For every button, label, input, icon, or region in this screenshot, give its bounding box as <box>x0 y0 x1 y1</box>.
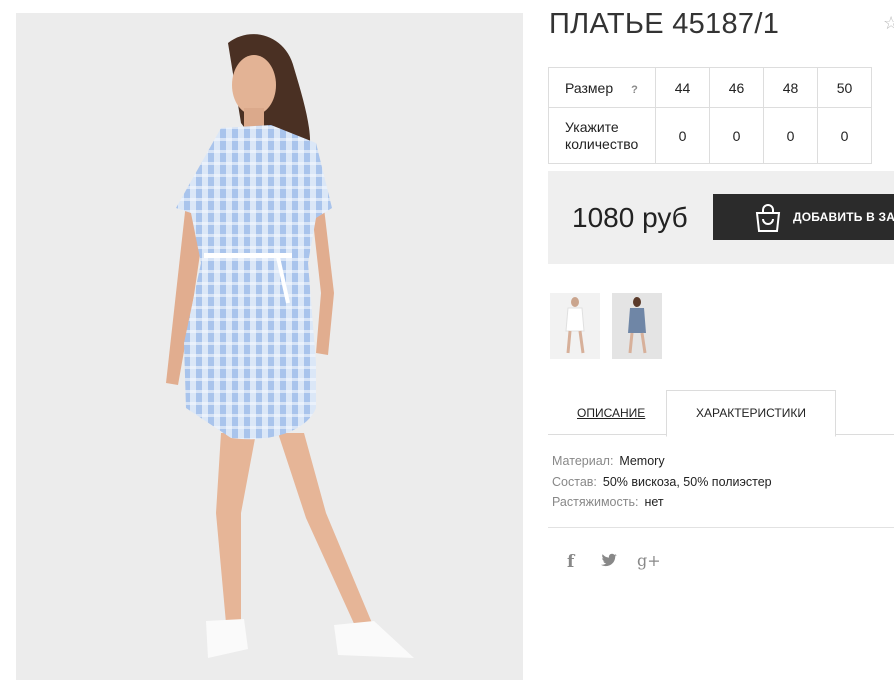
facebook-icon[interactable]: f <box>567 552 574 572</box>
spec-composition: Состав: 50% вискоза, 50% полиэстер <box>552 475 772 496</box>
spec-label: Материал: <box>552 454 614 468</box>
characteristics-list: Материал: Memory Состав: 50% вискоза, 50% … <box>552 454 772 516</box>
section-divider <box>548 527 894 528</box>
tab-description[interactable]: ОПИСАНИЕ <box>577 406 645 420</box>
shopping-bag-icon <box>755 204 781 232</box>
quantity-input-46[interactable]: 0 <box>709 107 764 164</box>
size-row: Размер? 44 46 48 50 <box>548 67 872 108</box>
size-cell-50: 50 <box>817 67 872 108</box>
white-dress-thumbnail[interactable] <box>550 293 600 359</box>
product-main-image[interactable] <box>16 13 523 680</box>
quantity-input-50[interactable]: 0 <box>817 107 872 164</box>
product-title: ПЛАТЬЕ 45187/1 <box>549 8 780 40</box>
quantity-header-cell: Укажите количество <box>548 107 656 164</box>
star-outline-icon[interactable]: ☆ <box>883 14 894 32</box>
size-table: Размер? 44 46 48 50 Укажите количество 0 … <box>548 67 872 164</box>
spec-stretch: Растяжимость: нет <box>552 495 772 516</box>
price-box: 1080 руб ДОБАВИТЬ В ЗАКАЗ <box>548 171 894 264</box>
size-cell-46: 46 <box>709 67 764 108</box>
spec-label: Состав: <box>552 474 597 489</box>
striped-dress-thumbnail[interactable] <box>612 293 662 359</box>
size-cell-44: 44 <box>655 67 710 108</box>
size-header-cell: Размер? <box>548 67 656 108</box>
googleplus-icon[interactable]: g+ <box>637 551 661 570</box>
spec-value: Memory <box>619 454 665 468</box>
tab-characteristics[interactable]: ХАРАКТЕРИСТИКИ <box>666 390 836 437</box>
size-cell-48: 48 <box>763 67 818 108</box>
spec-label: Растяжимость: <box>552 495 639 509</box>
help-question-icon[interactable]: ? <box>631 84 638 96</box>
twitter-bird-icon[interactable] <box>601 553 617 567</box>
quantity-row: Укажите количество 0 0 0 0 <box>548 107 872 164</box>
spec-value: нет <box>644 495 664 509</box>
size-header-label: Размер <box>565 79 614 96</box>
spec-value: 50% вискоза, 50% полиэстер <box>602 474 772 489</box>
quantity-label-line2: количество <box>565 135 639 152</box>
quantity-input-44[interactable]: 0 <box>655 107 710 164</box>
add-to-order-label: ДОБАВИТЬ В ЗАКАЗ <box>793 210 894 224</box>
spec-material: Материал: Memory <box>552 454 772 475</box>
add-to-order-button[interactable]: ДОБАВИТЬ В ЗАКАЗ <box>713 194 894 240</box>
product-price: 1080 руб <box>572 202 688 233</box>
quantity-label-line1: Укажите <box>565 118 619 135</box>
quantity-input-48[interactable]: 0 <box>763 107 818 164</box>
